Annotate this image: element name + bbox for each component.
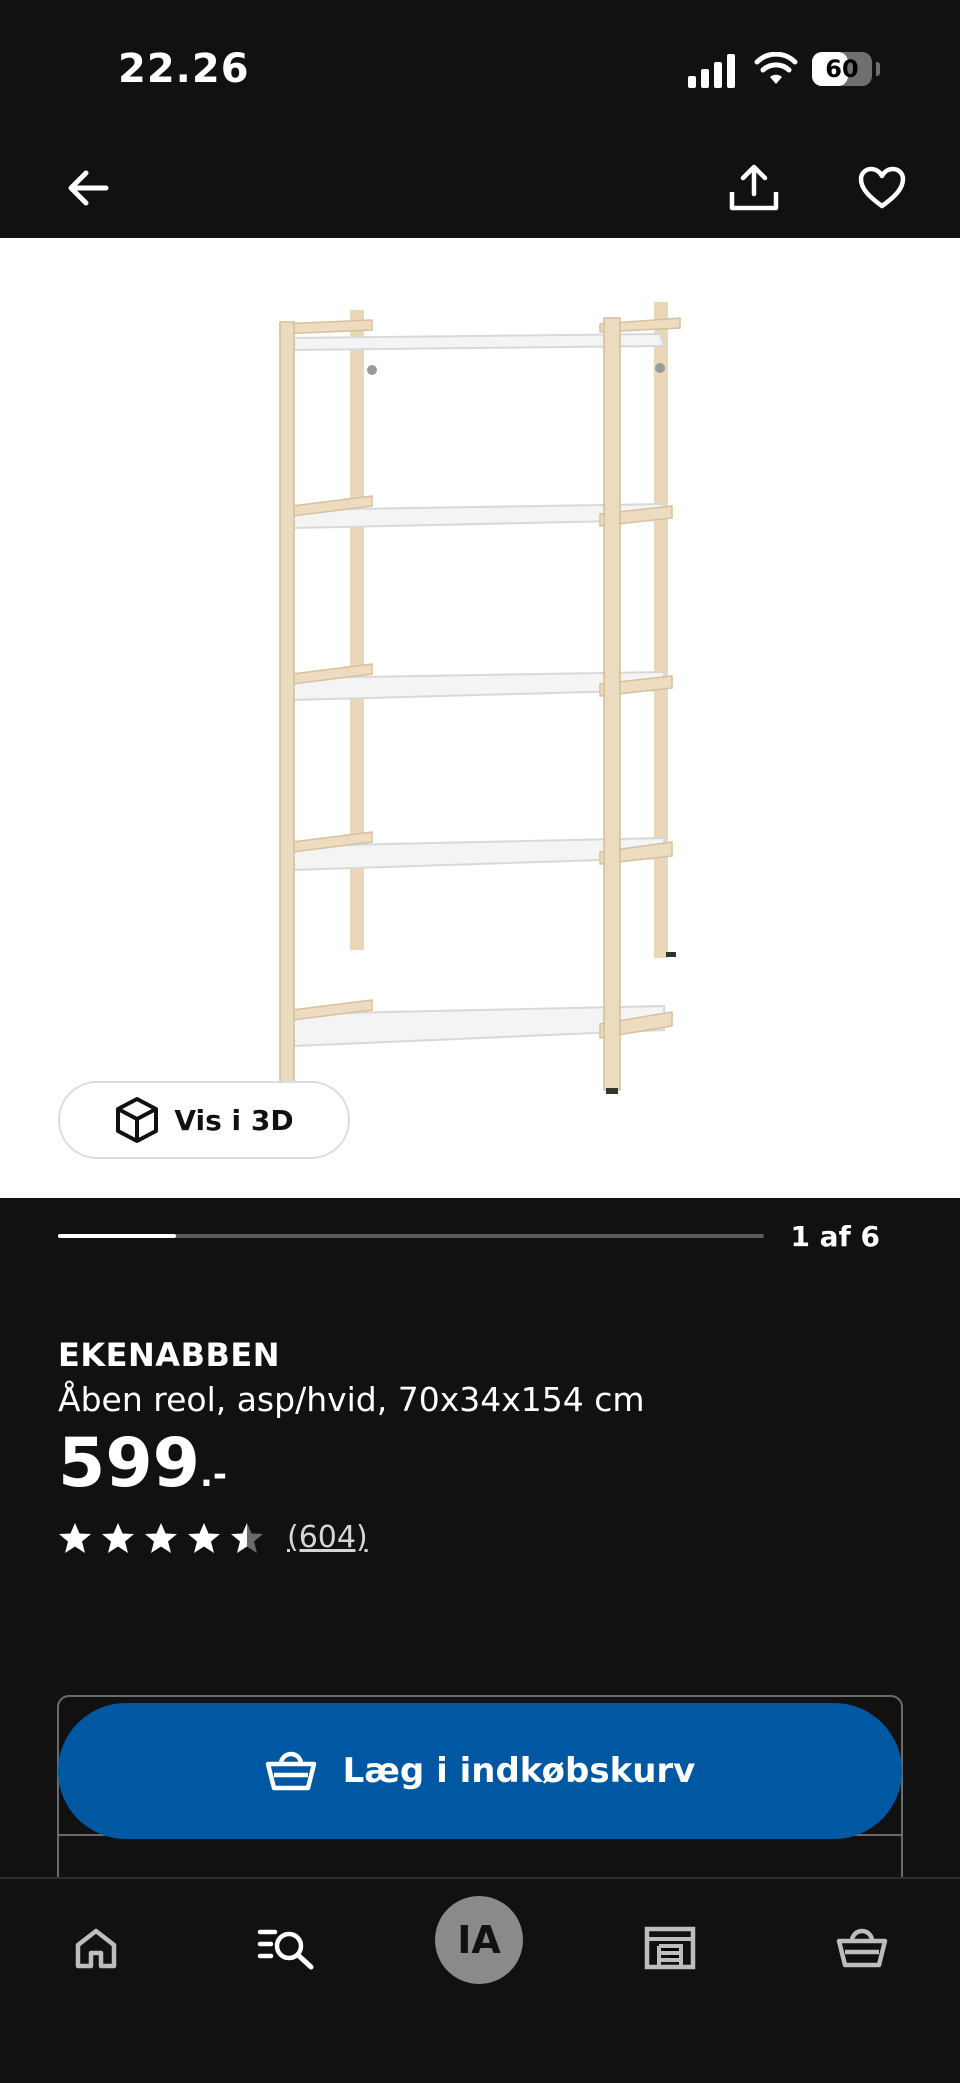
tab-home[interactable] (46, 1903, 146, 1993)
basket-icon (836, 1928, 888, 1968)
status-bar: 22.26 60 (0, 0, 960, 140)
image-carousel-progress (58, 1234, 764, 1238)
search-icon (257, 1929, 314, 1970)
cellular-signal-icon (688, 54, 735, 88)
tab-cart[interactable] (812, 1903, 912, 1993)
tab-stores[interactable] (620, 1903, 720, 1993)
home-icon (75, 1928, 117, 1969)
basket-icon (265, 1751, 316, 1791)
tab-profile-avatar[interactable]: IA (435, 1896, 523, 1984)
product-description: Åben reol, asp/hvid, 70x34x154 cm (58, 1380, 645, 1419)
star-icon (188, 1522, 220, 1553)
product-rating[interactable]: (604) (58, 1520, 368, 1555)
battery-level: 60 (825, 55, 859, 83)
view-in-3d-button[interactable]: Vis i 3D (58, 1081, 350, 1159)
battery-icon: 60 (812, 52, 872, 86)
share-button[interactable] (726, 160, 782, 216)
cube-icon (116, 1097, 159, 1143)
star-half-icon (231, 1522, 263, 1553)
clock: 22.26 (118, 46, 250, 92)
price-suffix: .- (199, 1455, 227, 1495)
wifi-icon (754, 52, 798, 84)
store-icon (644, 1926, 696, 1970)
product-image-viewer[interactable] (0, 238, 960, 1198)
back-button[interactable] (60, 160, 116, 216)
image-carousel-progress-fill (58, 1234, 176, 1238)
share-icon (729, 164, 779, 211)
view-in-3d-label: Vis i 3D (174, 1103, 294, 1137)
top-nav-bar (0, 140, 960, 238)
bottom-tab-bar: IA (0, 1877, 960, 2083)
arrow-left-icon (68, 170, 109, 206)
review-count-link[interactable]: (604) (287, 1520, 368, 1555)
product-image (279, 302, 681, 1094)
heart-icon (858, 166, 906, 209)
add-to-cart-label: Læg i indkøbskurv (342, 1751, 696, 1791)
add-to-cart-button[interactable]: Læg i indkøbskurv (58, 1703, 902, 1839)
favorite-button[interactable] (854, 160, 910, 216)
product-price: 599.- (58, 1424, 227, 1515)
star-icon (145, 1522, 177, 1553)
star-icon (59, 1522, 91, 1553)
battery-nub (876, 62, 880, 76)
price-value: 599 (58, 1424, 200, 1503)
image-position-label: 1 af 6 (790, 1220, 880, 1253)
product-name: EKENABBEN (58, 1336, 280, 1374)
tab-search[interactable] (236, 1903, 336, 1993)
star-icon (102, 1522, 134, 1553)
